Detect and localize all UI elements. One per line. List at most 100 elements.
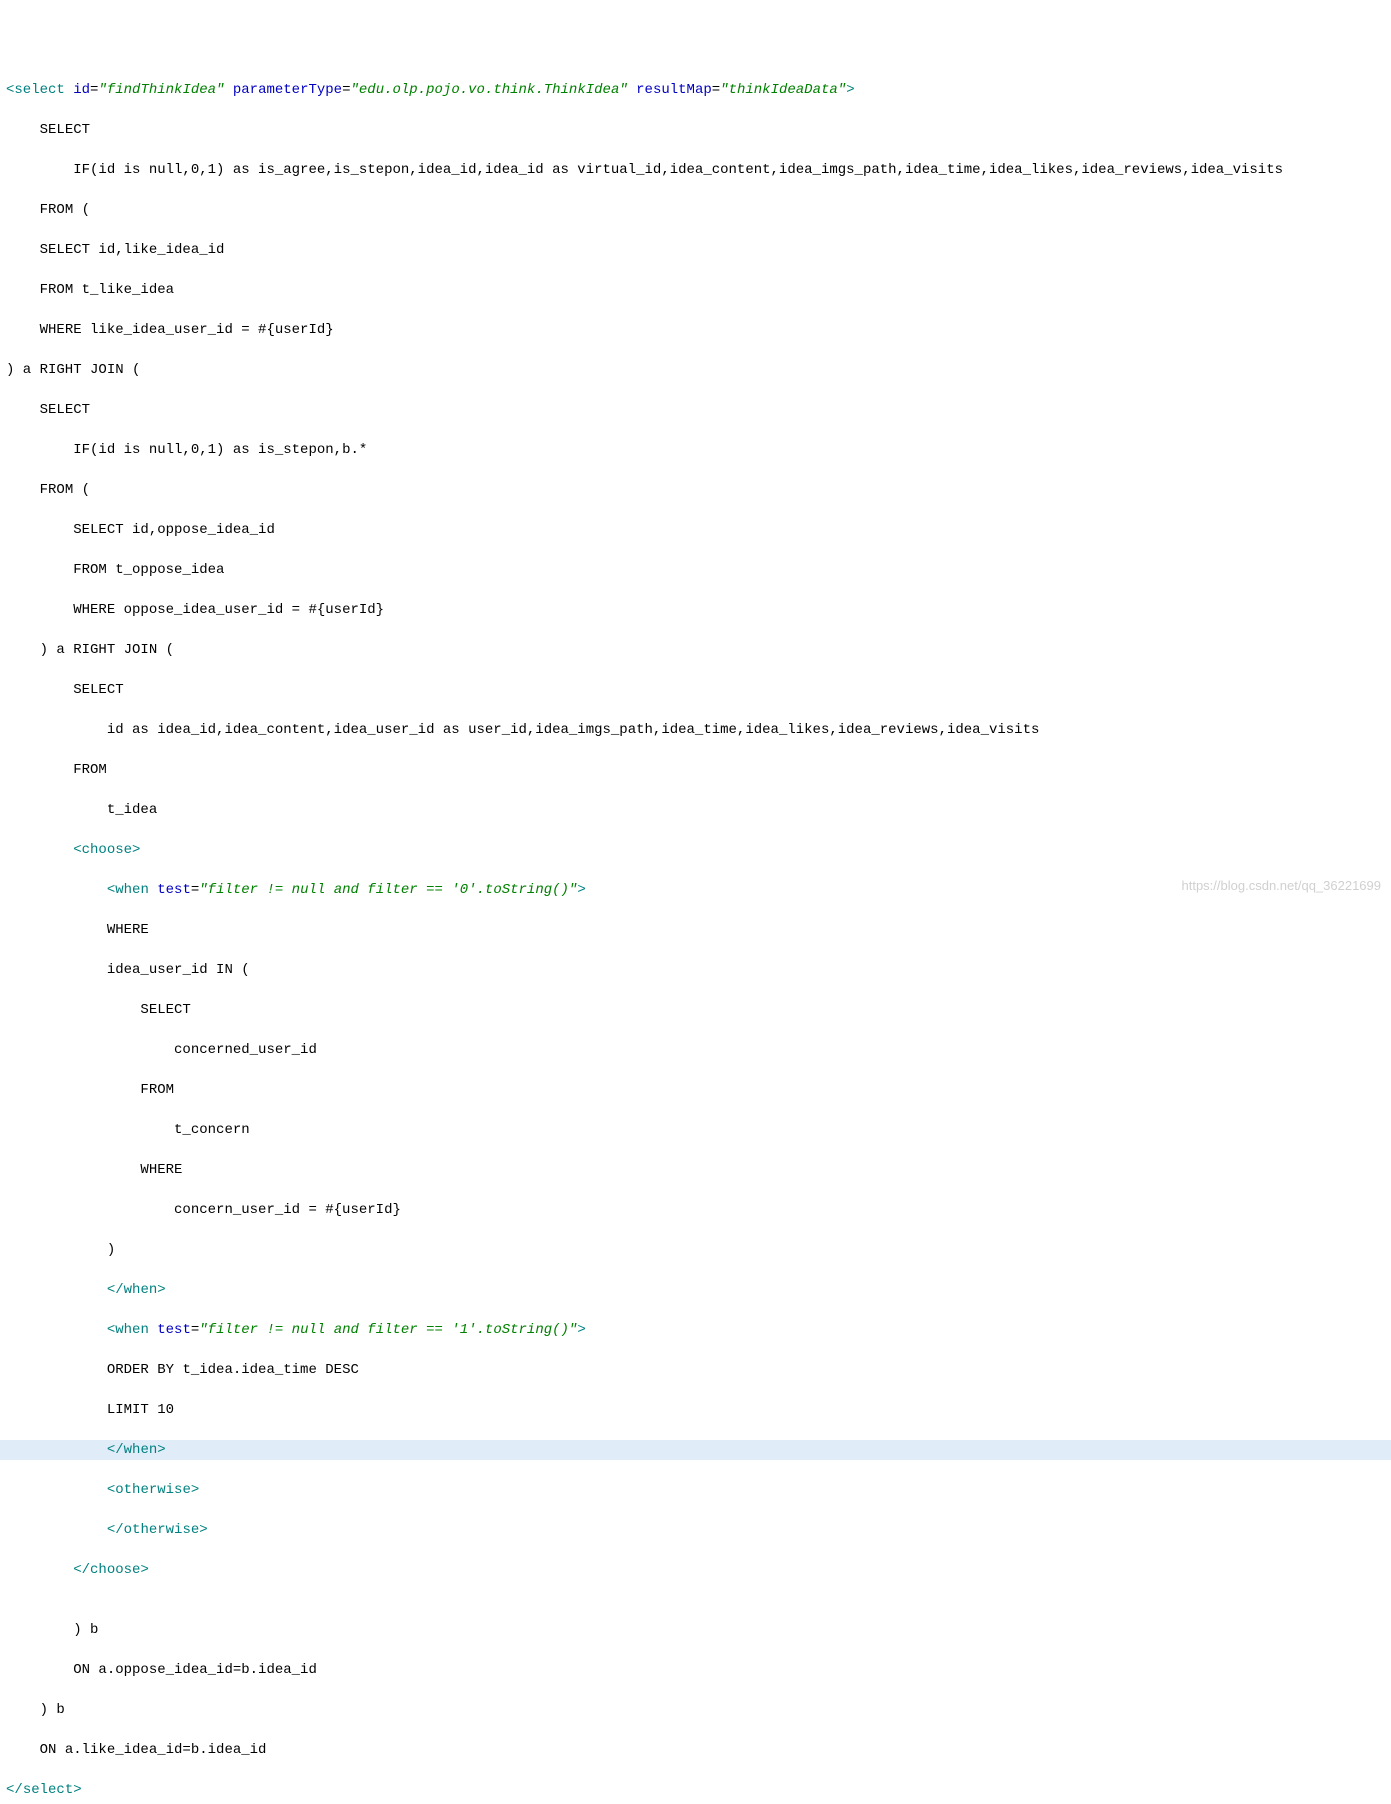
code-token: ) b — [40, 1702, 65, 1718]
code-line: ) b — [0, 1620, 1391, 1640]
code-token: SELECT — [40, 122, 90, 138]
code-token: > — [157, 1442, 165, 1458]
code-token: < — [107, 1322, 115, 1338]
code-line: <choose> — [0, 840, 1391, 860]
indent — [6, 1402, 107, 1418]
code-line: FROM — [0, 760, 1391, 780]
indent — [6, 1482, 107, 1498]
code-token: idea_user_id IN ( — [107, 962, 250, 978]
code-line: </when> — [0, 1440, 1391, 1460]
code-token: FROM t_oppose_idea — [73, 562, 224, 578]
indent — [6, 442, 73, 458]
indent — [6, 1242, 107, 1258]
code-line: <select id="findThinkIdea" parameterType… — [0, 80, 1391, 100]
indent — [6, 922, 107, 938]
indent — [6, 1202, 174, 1218]
code-token: "findThinkIdea" — [98, 82, 224, 98]
code-token: </ — [107, 1522, 124, 1538]
code-line: WHERE like_idea_user_id = #{userId} — [0, 320, 1391, 340]
code-line: WHERE — [0, 1160, 1391, 1180]
code-token: WHERE like_idea_user_id = #{userId} — [40, 322, 334, 338]
code-line: </otherwise> — [0, 1520, 1391, 1540]
code-token: "edu.olp.pojo.vo.think.ThinkIdea" — [351, 82, 628, 98]
code-token: > — [140, 1562, 148, 1578]
indent — [6, 1082, 140, 1098]
code-token: test — [157, 1322, 191, 1338]
code-token: > — [846, 82, 854, 98]
code-line: t_concern — [0, 1120, 1391, 1140]
code-token: "filter != null and filter == '1'.toStri… — [199, 1322, 577, 1338]
code-token: choose — [90, 1562, 140, 1578]
code-token: when — [115, 882, 157, 898]
code-line: <when test="filter != null and filter ==… — [0, 880, 1391, 900]
code-token: otherwise — [124, 1522, 200, 1538]
code-token: ) — [107, 1242, 115, 1258]
indent — [6, 722, 107, 738]
code-line: SELECT — [0, 680, 1391, 700]
code-token: SELECT id,like_idea_id — [40, 242, 225, 258]
code-token: WHERE oppose_idea_user_id = #{userId} — [73, 602, 384, 618]
code-token: </ — [107, 1442, 124, 1458]
code-line: FROM t_like_idea — [0, 280, 1391, 300]
indent — [6, 402, 40, 418]
code-line: </choose> — [0, 1560, 1391, 1580]
code-token: concern_user_id = #{userId} — [174, 1202, 401, 1218]
indent — [6, 1282, 107, 1298]
indent — [6, 802, 107, 818]
code-line: FROM t_oppose_idea — [0, 560, 1391, 580]
code-token: WHERE — [140, 1162, 182, 1178]
code-token: "thinkIdeaData" — [720, 82, 846, 98]
code-token: select — [23, 1782, 73, 1798]
indent — [6, 1622, 73, 1638]
code-token: > — [191, 1482, 199, 1498]
code-token: ON a.like_idea_id=b.idea_id — [40, 1742, 267, 1758]
code-token: IF(id is null,0,1) as is_agree,is_stepon… — [73, 162, 1283, 178]
code-line: IF(id is null,0,1) as is_stepon,b.* — [0, 440, 1391, 460]
indent — [6, 1702, 40, 1718]
code-line: ON a.oppose_idea_id=b.idea_id — [0, 1660, 1391, 1680]
indent — [6, 842, 73, 858]
code-line: SELECT — [0, 1000, 1391, 1020]
code-line: <otherwise> — [0, 1480, 1391, 1500]
code-token: = — [191, 882, 199, 898]
code-line: SELECT id,like_idea_id — [0, 240, 1391, 260]
indent — [6, 1162, 140, 1178]
indent — [6, 202, 40, 218]
code-line: SELECT — [0, 400, 1391, 420]
code-line: concerned_user_id — [0, 1040, 1391, 1060]
indent — [6, 1742, 40, 1758]
indent — [6, 1662, 73, 1678]
indent — [6, 1522, 107, 1538]
indent — [6, 762, 73, 778]
code-line: FROM ( — [0, 480, 1391, 500]
code-line: FROM ( — [0, 200, 1391, 220]
code-token: </ — [6, 1782, 23, 1798]
code-token: = — [191, 1322, 199, 1338]
code-token: SELECT — [73, 682, 123, 698]
indent — [6, 1442, 107, 1458]
code-line: id as idea_id,idea_content,idea_user_id … — [0, 720, 1391, 740]
indent — [6, 962, 107, 978]
code-token: </ — [107, 1282, 124, 1298]
code-token: </ — [73, 1562, 90, 1578]
code-line: <when test="filter != null and filter ==… — [0, 1320, 1391, 1340]
code-line: ON a.like_idea_id=b.idea_id — [0, 1740, 1391, 1760]
code-token: > — [199, 1522, 207, 1538]
code-token: > — [157, 1282, 165, 1298]
code-token: ON a.oppose_idea_id=b.idea_id — [73, 1662, 317, 1678]
code-token: "filter != null and filter == '0'.toStri… — [199, 882, 577, 898]
indent — [6, 562, 73, 578]
indent — [6, 1002, 140, 1018]
code-line: WHERE — [0, 920, 1391, 940]
code-token: id — [73, 82, 90, 98]
code-token: FROM — [73, 762, 107, 778]
code-token: IF(id is null,0,1) as is_stepon,b.* — [73, 442, 367, 458]
code-token: t_idea — [107, 802, 157, 818]
code-line: WHERE oppose_idea_user_id = #{userId} — [0, 600, 1391, 620]
code-token: otherwise — [115, 1482, 191, 1498]
indent — [6, 1122, 174, 1138]
indent — [6, 1562, 73, 1578]
code-token: FROM t_like_idea — [40, 282, 174, 298]
code-line: SELECT id,oppose_idea_id — [0, 520, 1391, 540]
code-line: FROM — [0, 1080, 1391, 1100]
